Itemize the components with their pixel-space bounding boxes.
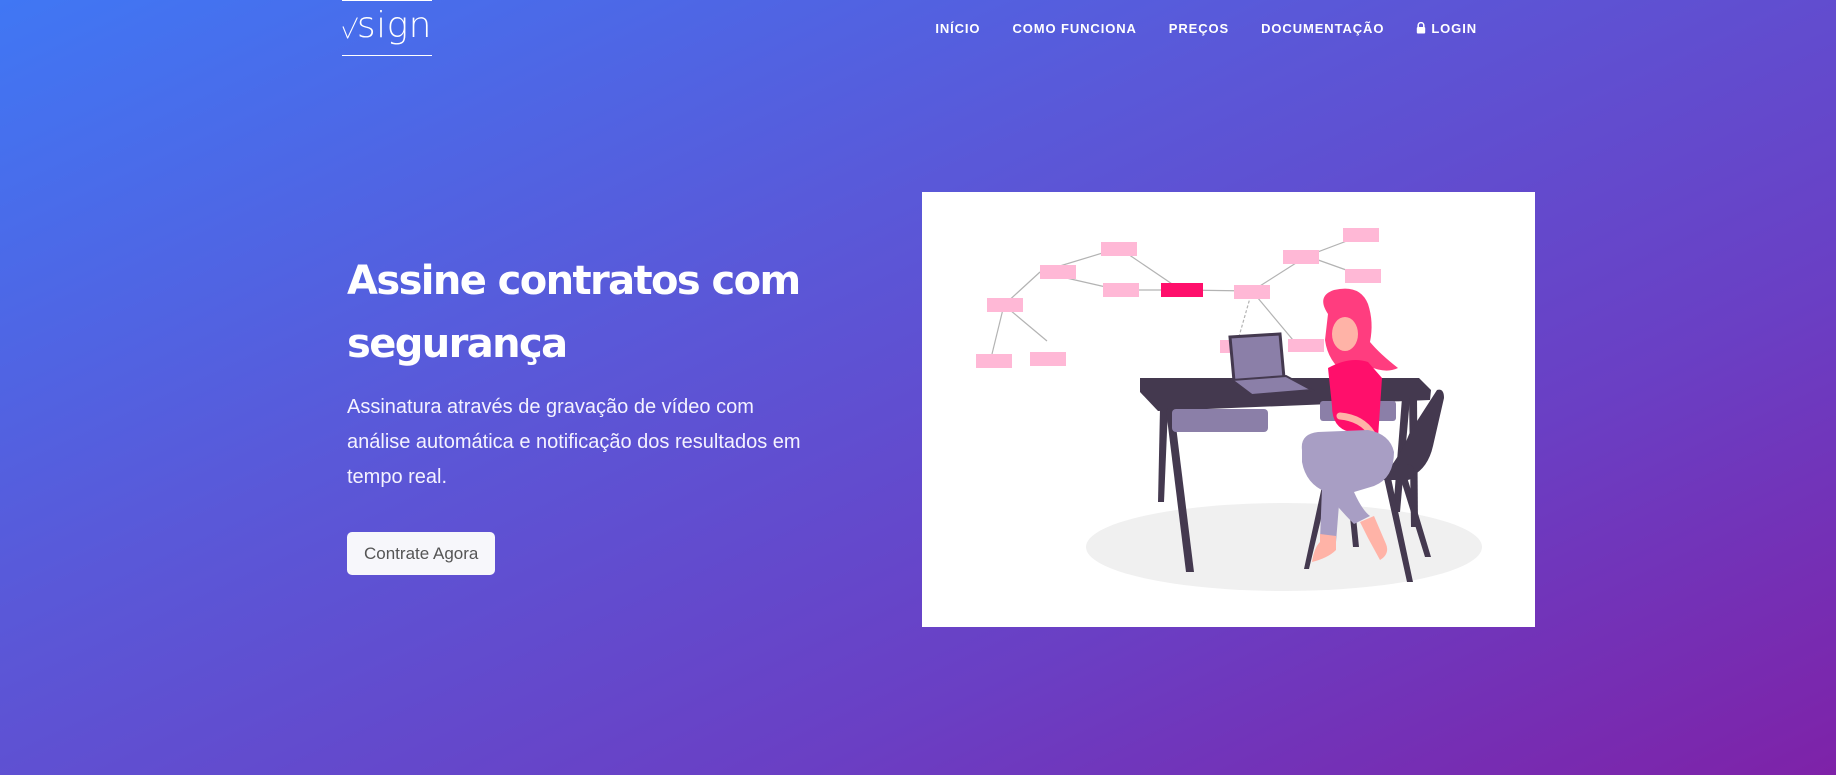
nav-item-login[interactable]: LOGIN bbox=[1416, 21, 1477, 36]
woman-at-desk-illustration bbox=[976, 228, 1482, 591]
nav-item-precos[interactable]: PREÇOS bbox=[1169, 21, 1229, 36]
brand-logo[interactable]: sign bbox=[342, 0, 432, 56]
nav-item-inicio[interactable]: INÍCIO bbox=[935, 21, 980, 36]
nav-item-como-funciona[interactable]: COMO FUNCIONA bbox=[1012, 21, 1136, 36]
contrate-agora-button[interactable]: Contrate Agora bbox=[347, 532, 496, 575]
navbar: sign INÍCIO COMO FUNCIONA PREÇOS DOCUMEN… bbox=[0, 0, 1836, 60]
hero-illustration bbox=[922, 192, 1535, 627]
hero-subtitle: Assinatura através de gravação de vídeo … bbox=[347, 396, 801, 488]
hero-title: Assine contratos com segurança bbox=[347, 258, 801, 367]
brand-name: sign bbox=[356, 5, 432, 46]
nav-item-documentacao[interactable]: DOCUMENTAÇÃO bbox=[1261, 21, 1384, 36]
main-nav: INÍCIO COMO FUNCIONA PREÇOS DOCUMENTAÇÃO… bbox=[935, 0, 1477, 56]
hero-section: Assine contratos com segurança Assinatur… bbox=[347, 250, 827, 575]
lock-icon bbox=[1417, 22, 1426, 34]
nav-item-login-label: LOGIN bbox=[1431, 20, 1477, 36]
